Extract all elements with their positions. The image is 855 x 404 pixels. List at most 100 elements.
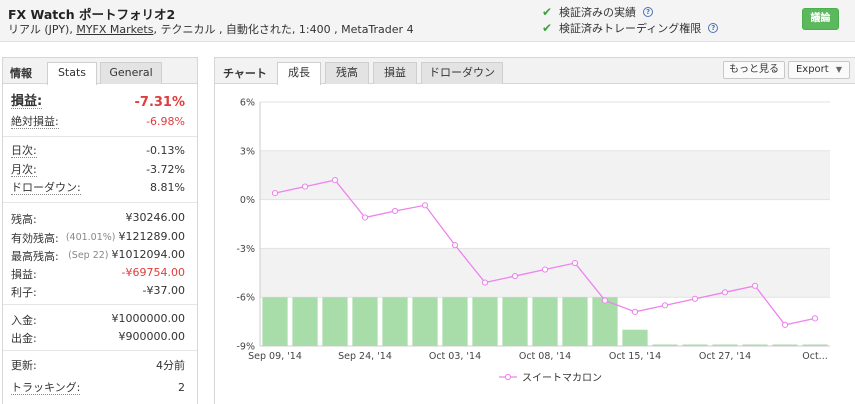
x-tick-label: Oct 27, '14: [699, 351, 751, 362]
x-tick-label: Oct 08, '14: [519, 351, 571, 362]
grid-band: [260, 248, 830, 298]
balance-value: ¥30246.00: [125, 211, 186, 224]
drawdown-bar: [622, 329, 648, 346]
drawdown-bar: [742, 344, 768, 346]
withdrawals-value: ¥900000.00: [118, 330, 185, 343]
growth-point: [571, 259, 579, 267]
withdrawals-label: 出金:: [11, 332, 37, 345]
account-details: , テクニカル , 自動化された, 1:400 , MetaTrader 4: [153, 23, 414, 36]
verified-privileges-label: 検証済みトレーディング権限: [559, 22, 702, 35]
growth-point: [331, 176, 339, 184]
legend-line-icon: [499, 373, 517, 380]
verified-track-label: 検証済みの実績: [559, 6, 636, 19]
drawdown-bar: [502, 297, 528, 346]
drawdown-row: ドローダウン: 8.81%: [11, 181, 185, 196]
tab-stats[interactable]: Stats: [47, 62, 97, 85]
growth-point: [811, 315, 819, 322]
discuss-button[interactable]: 議論: [802, 8, 839, 30]
abs-gain-value: -6.98%: [146, 115, 185, 128]
gain-value: -7.31%: [134, 95, 186, 110]
tracking-row: トラッキング: 2: [11, 381, 185, 396]
growth-point: [721, 289, 729, 296]
profit-value: -¥69754.00: [121, 266, 185, 279]
growth-point: [301, 183, 309, 190]
abs-gain-row: 絶対損益: -6.98%: [11, 115, 185, 130]
drawdown-bar: [562, 297, 588, 346]
interest-label: 利子:: [11, 286, 37, 299]
daily-value: -0.13%: [146, 144, 185, 157]
drawdown-label[interactable]: ドローダウン:: [11, 181, 81, 195]
drawdown-bar: [712, 344, 738, 346]
profit-label: 損益:: [11, 268, 37, 281]
growth-point: [601, 297, 609, 304]
highest-balance-group: (Sep 22) ¥1012094.00: [68, 248, 185, 261]
growth-point: [271, 189, 279, 197]
tracking-label[interactable]: トラッキング:: [11, 381, 81, 395]
help-icon[interactable]: ?: [708, 23, 719, 33]
updated-label: 更新:: [11, 359, 37, 372]
drawdown-bar: [802, 344, 828, 346]
broker-link[interactable]: MYFX Markets: [76, 23, 153, 36]
growth-point: [631, 308, 639, 315]
deposits-row: 入金: ¥1000000.00: [11, 312, 185, 327]
y-tick-label: -3%: [237, 244, 256, 255]
highest-balance-date: (Sep 22): [68, 250, 109, 261]
legend-series-name[interactable]: スイートマカロン: [522, 369, 602, 384]
drawdown-bar: [682, 344, 708, 346]
grid-band: [260, 199, 830, 249]
abs-gain-label[interactable]: 絶対損益:: [11, 115, 59, 129]
drawdown-value: 8.81%: [150, 181, 185, 194]
highest-balance-row: 最高残高: (Sep 22) ¥1012094.00: [11, 248, 185, 263]
tracking-value: 2: [178, 381, 185, 394]
growth-point: [511, 272, 519, 280]
drawdown-bar: [382, 297, 408, 346]
monthly-value: -3.72%: [146, 163, 185, 176]
monthly-label[interactable]: 月次:: [11, 163, 37, 177]
drawdown-bar: [652, 344, 678, 346]
drawdown-bar: [292, 297, 318, 346]
growth-point: [391, 207, 399, 215]
gain-row: 損益: -7.31%: [11, 95, 185, 110]
equity-value-group: (401.01%) ¥121289.00: [66, 230, 185, 243]
help-icon[interactable]: ?: [643, 7, 653, 17]
highest-balance-label: 最高残高:: [11, 250, 59, 263]
verified-track-record: ✔ 検証済みの実績 ?: [542, 4, 653, 20]
x-tick-label: Sep 24, '14: [338, 351, 392, 362]
x-tick-label: Oct...: [802, 351, 828, 362]
chart-legend: スイートマカロン: [499, 369, 602, 384]
deposits-label: 入金:: [11, 314, 37, 327]
drawdown-bar: [442, 297, 468, 346]
growth-chart: 6%3%0%-3%-6%-9%Sep 09, '14 Sep 24, '14 Oct…: [237, 98, 830, 362]
interest-value: -¥37.00: [142, 284, 185, 297]
account-subtitle: リアル (JPY), MYFX Markets, テクニカル , 自動化された,…: [8, 21, 414, 37]
equity-row: 有効残高: (401.01%) ¥121289.00: [11, 230, 185, 245]
grid-band: [260, 102, 830, 151]
x-tick-label: Oct 03, '14: [429, 351, 481, 362]
growth-point: [541, 266, 549, 273]
y-tick-label: -6%: [237, 293, 256, 304]
divider: [3, 304, 197, 305]
drawdown-bar: [772, 344, 798, 346]
y-tick-label: 3%: [240, 146, 255, 157]
growth-point: [421, 202, 429, 209]
growth-point: [481, 279, 489, 286]
balance-label: 残高:: [11, 213, 37, 226]
check-icon: ✔: [542, 5, 553, 19]
tab-general[interactable]: General: [100, 62, 162, 84]
y-tick-label: 0%: [240, 195, 255, 206]
gain-label[interactable]: 損益:: [11, 95, 43, 109]
interest-row: 利子: -¥37.00: [11, 284, 185, 299]
chart-panel: チャート 成長 残高 損益 ドローダウン もっと見る Export ▼ 6% 3%…: [214, 57, 855, 404]
x-tick-label: Oct 15, '14: [609, 351, 661, 362]
drawdown-bar: [322, 297, 348, 346]
deposits-value: ¥1000000.00: [111, 312, 185, 325]
growth-point: [451, 242, 459, 249]
daily-row: 日次: -0.13%: [11, 144, 185, 159]
growth-point: [661, 302, 669, 309]
daily-label[interactable]: 日次:: [11, 144, 37, 158]
check-icon: ✔: [542, 21, 553, 35]
profit-row: 損益: -¥69754.00: [11, 266, 185, 281]
divider: [3, 202, 197, 203]
verified-trading-privileges: ✔ 検証済みトレーディング権限 ?: [542, 20, 719, 36]
updated-value: 4分前: [156, 359, 185, 372]
